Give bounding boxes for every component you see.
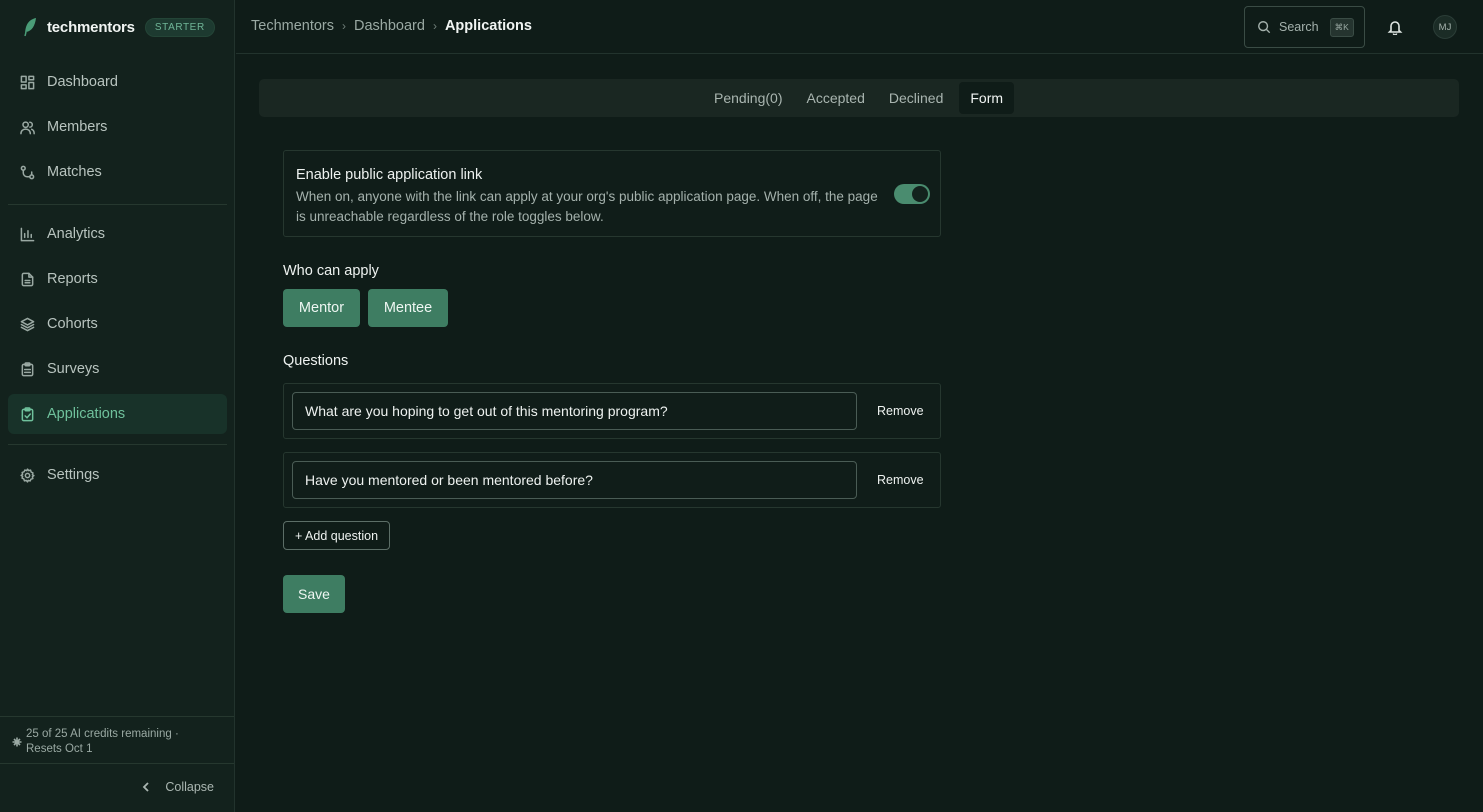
who-can-apply-label: Who can apply [283, 263, 379, 279]
public-link-description: When on, anyone with the link can apply … [296, 189, 878, 224]
tab-accepted[interactable]: Accepted [799, 82, 873, 114]
dashboard-icon [20, 75, 35, 89]
ai-credits-text: 25 of 25 AI credits remaining · Resets O… [26, 728, 179, 755]
search-icon [1258, 21, 1271, 34]
sidebar-item-label: Cohorts [47, 316, 98, 332]
questions-label: Questions [283, 353, 349, 369]
sidebar-item-label: Dashboard [47, 74, 118, 90]
users-icon [20, 120, 35, 134]
sidebar-item-label: Matches [47, 164, 102, 180]
sidebar-item-label: Applications [47, 406, 126, 422]
notifications-button[interactable] [1387, 19, 1403, 36]
clipboard-icon [21, 361, 34, 376]
bar-chart-icon [20, 227, 35, 241]
sparkle-icon [12, 737, 22, 747]
sidebar-item-surveys[interactable]: Surveys [8, 349, 227, 389]
breadcrumb: Techmentors › Dashboard › Applications [251, 18, 532, 34]
sidebar-item-cohorts[interactable]: Cohorts [8, 304, 227, 344]
sidebar-nav-settings: Settings [8, 455, 227, 500]
role-mentor-button[interactable]: Mentor [283, 289, 360, 327]
remove-question-button[interactable]: Remove [877, 473, 924, 487]
breadcrumb-item-dashboard[interactable]: Dashboard [354, 18, 425, 34]
layers-icon [20, 317, 35, 331]
breadcrumb-current: Applications [444, 18, 532, 34]
chevron-left-icon [143, 782, 149, 792]
applications-tabs: Pending(0) Accepted Declined Form [259, 79, 1459, 117]
sidebar-item-label: Settings [47, 467, 100, 483]
clipboard-check-icon [21, 406, 34, 421]
avatar[interactable]: MJ [1433, 15, 1457, 39]
sidebar-item-label: Surveys [47, 361, 100, 377]
sidebar-item-label: Analytics [47, 226, 106, 242]
gear-icon [20, 467, 35, 483]
plan-badge: STARTER [144, 17, 215, 37]
breadcrumb-item-techmentors[interactable]: Techmentors [251, 18, 334, 34]
topbar: Techmentors › Dashboard › Applications S… [236, 0, 1483, 54]
remove-question-button[interactable]: Remove [877, 404, 924, 418]
role-mentee-button[interactable]: Mentee [368, 289, 448, 327]
public-link-title: Enable public application link [296, 167, 483, 183]
sidebar-divider [8, 204, 227, 205]
sidebar-item-matches[interactable]: Matches [8, 152, 227, 192]
chevron-right-icon: › [432, 19, 437, 33]
question-row: Remove [283, 383, 941, 439]
search-label: Search [1279, 20, 1319, 34]
sidebar-item-dashboard[interactable]: Dashboard [8, 62, 227, 102]
sidebar-item-label: Reports [47, 271, 98, 287]
git-merge-icon [20, 165, 35, 179]
save-button[interactable]: Save [283, 575, 345, 613]
sidebar-nav-primary: Dashboard Members Matches [8, 62, 227, 197]
sidebar-item-reports[interactable]: Reports [8, 259, 227, 299]
sidebar-item-applications[interactable]: Applications [8, 394, 227, 434]
ai-credits-status: 25 of 25 AI credits remaining · Resets O… [0, 716, 234, 764]
tab-form[interactable]: Form [959, 82, 1015, 114]
sidebar-item-settings[interactable]: Settings [8, 455, 227, 495]
collapse-label: Collapse [165, 780, 214, 794]
sidebar-divider [8, 444, 227, 445]
public-link-toggle[interactable] [894, 184, 930, 204]
chevron-right-icon: › [342, 19, 347, 33]
add-question-button[interactable]: + Add question [283, 521, 390, 550]
question-input[interactable] [292, 461, 857, 499]
question-row: Remove [283, 452, 941, 508]
file-icon [21, 272, 34, 286]
tab-pending[interactable]: Pending(0) [706, 82, 791, 114]
brand[interactable]: techmentors STARTER [22, 14, 215, 40]
sidebar-nav-secondary: Analytics Reports Cohorts Surveys Applic… [8, 214, 227, 439]
search-button[interactable]: Search ⌘K [1244, 6, 1365, 48]
toggle-knob [912, 186, 928, 202]
collapse-sidebar-button[interactable]: Collapse [141, 780, 214, 794]
sidebar: techmentors STARTER Dashboard Members Ma… [0, 0, 235, 812]
leaf-logo-icon [24, 18, 36, 37]
question-input[interactable] [292, 392, 857, 430]
brand-name: techmentors [47, 18, 135, 36]
public-link-card: Enable public application link When on, … [283, 150, 941, 237]
bell-icon [1387, 21, 1403, 36]
sidebar-item-label: Members [47, 119, 108, 135]
search-shortcut: ⌘K [1329, 17, 1354, 37]
sidebar-item-analytics[interactable]: Analytics [8, 214, 227, 254]
tab-declined[interactable]: Declined [881, 82, 951, 114]
sidebar-item-members[interactable]: Members [8, 107, 227, 147]
